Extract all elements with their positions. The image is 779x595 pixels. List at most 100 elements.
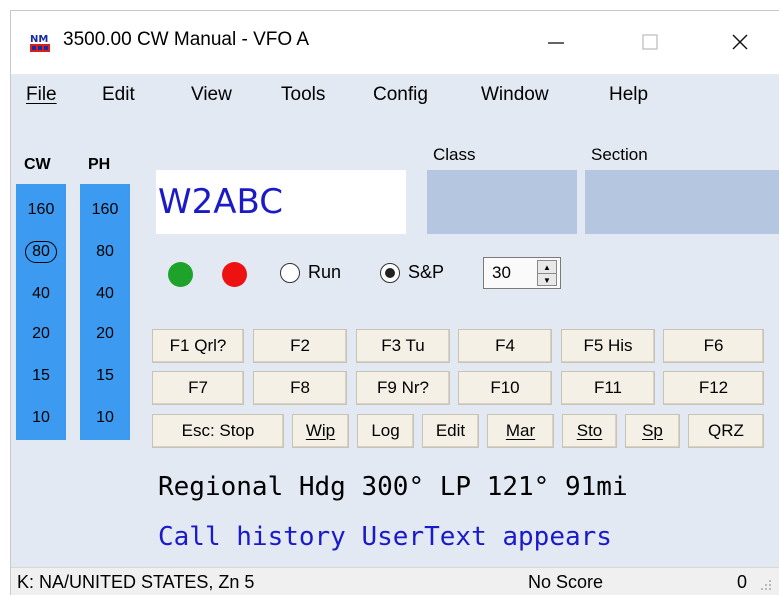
cw-band-10-label: 10 (32, 409, 50, 426)
spinner-value: 30 (492, 263, 511, 282)
heading-info-line: Regional Hdg 300° LP 121° 91mi (158, 472, 628, 502)
section-label: Section (591, 145, 648, 164)
spot-button-label: Sp (642, 421, 663, 440)
logger-window: NM 3500.00 CW Manual - VFO A File Edit V… (10, 10, 779, 595)
spin-up-icon[interactable]: ▲ (538, 261, 556, 273)
cw-band-header: CW (24, 156, 51, 173)
n1mm-logo-icon: NM (29, 31, 51, 53)
mark-button-label: Mar (505, 421, 536, 440)
menu-tools[interactable]: Tools (281, 84, 325, 106)
f9-button[interactable]: F9 Nr? (356, 371, 450, 405)
status-score: No Score (528, 572, 604, 592)
svg-text:NM: NM (30, 34, 48, 45)
menu-window[interactable]: Window (481, 84, 549, 106)
cw-band-20-label: 20 (32, 325, 50, 342)
menu-window-label: Window (481, 84, 549, 105)
spinner-buttons: ▲ ▼ (537, 260, 557, 286)
sp-radio-label: S&P (408, 262, 445, 282)
cw-band-80-label: 80 (25, 241, 57, 263)
minimize-button[interactable] (539, 25, 573, 59)
cw-band-15[interactable]: 15 (16, 356, 66, 396)
cw-band-column: 160 80 40 20 15 10 (16, 184, 66, 440)
call-history-line: Call history UserText appears (158, 522, 612, 552)
f5-button[interactable]: F5 His (561, 329, 655, 363)
wipe-button[interactable]: Wip (292, 414, 349, 448)
ph-band-160-label: 160 (91, 201, 119, 218)
spin-down-icon[interactable]: ▼ (538, 273, 556, 286)
callsign-input[interactable]: W2ABC (156, 170, 406, 234)
f8-button[interactable]: F8 (253, 371, 347, 405)
ph-band-40[interactable]: 40 (80, 274, 130, 314)
mark-button[interactable]: Mar (487, 414, 554, 448)
f3-button[interactable]: F3 Tu (356, 329, 450, 363)
f10-button[interactable]: F10 (458, 371, 552, 405)
f4-button[interactable]: F4 (458, 329, 552, 363)
ph-band-80[interactable]: 80 (80, 232, 130, 272)
ph-band-160[interactable]: 160 (80, 190, 130, 230)
cw-band-80[interactable]: 80 (16, 232, 66, 272)
store-button-label: Sto (576, 421, 603, 440)
sp-radio-dot (385, 267, 395, 278)
ph-band-20[interactable]: 20 (80, 314, 130, 354)
cw-band-20[interactable]: 20 (16, 314, 66, 354)
cw-band-10[interactable]: 10 (16, 398, 66, 438)
store-button[interactable]: Sto (562, 414, 617, 448)
class-input[interactable] (427, 170, 577, 234)
rate-spinner[interactable]: 30 ▲ ▼ (483, 257, 561, 289)
ph-band-40-label: 40 (96, 285, 114, 302)
ph-band-header: PH (88, 156, 111, 173)
f11-button[interactable]: F11 (561, 371, 655, 405)
menu-bar: File Edit View Tools Config Window Help (11, 74, 779, 114)
maximize-icon (642, 34, 658, 50)
menu-edit-label: Edit (102, 84, 135, 105)
f6-button[interactable]: F6 (663, 329, 764, 363)
menu-file-label: File (26, 84, 57, 105)
green-status-led (168, 262, 193, 287)
ph-band-10-label: 10 (96, 409, 114, 426)
cw-band-40[interactable]: 40 (16, 274, 66, 314)
ph-band-15[interactable]: 15 (80, 356, 130, 396)
run-radio-circle (280, 262, 300, 283)
class-label: Class (433, 145, 476, 164)
resize-grip-icon[interactable] (757, 576, 773, 592)
cw-band-160[interactable]: 160 (16, 190, 66, 230)
status-bar: K: NA/UNITED STATES, Zn 5 No Score 0 (11, 567, 779, 595)
menu-config-label: Config (373, 84, 428, 105)
window-title: 3500.00 CW Manual - VFO A (63, 29, 310, 50)
ph-band-80-label: 80 (96, 243, 114, 260)
menu-view[interactable]: View (191, 84, 232, 106)
f2-button[interactable]: F2 (253, 329, 347, 363)
menu-config[interactable]: Config (373, 84, 428, 106)
menu-tools-label: Tools (281, 84, 326, 105)
close-icon (732, 34, 748, 50)
cw-band-15-label: 15 (32, 367, 50, 384)
menu-view-label: View (191, 84, 232, 105)
f7-button[interactable]: F7 (152, 371, 244, 405)
menu-edit[interactable]: Edit (102, 84, 135, 106)
log-button[interactable]: Log (357, 414, 414, 448)
section-input[interactable] (585, 170, 779, 234)
f1-button[interactable]: F1 Qrl? (152, 329, 244, 363)
maximize-button[interactable] (633, 25, 667, 59)
ph-band-15-label: 15 (96, 367, 114, 384)
sp-radio[interactable]: S&P (380, 262, 444, 283)
status-country: K: NA/UNITED STATES, Zn 5 (17, 572, 255, 592)
cw-band-160-label: 160 (27, 201, 55, 218)
edit-button[interactable]: Edit (422, 414, 479, 448)
ph-band-column: 160 80 40 20 15 10 (80, 184, 130, 440)
red-status-led (222, 262, 247, 287)
esc-stop-button[interactable]: Esc: Stop (152, 414, 284, 448)
qrz-button[interactable]: QRZ (688, 414, 764, 448)
spot-button[interactable]: Sp (625, 414, 680, 448)
title-bar[interactable]: NM 3500.00 CW Manual - VFO A (11, 11, 779, 74)
cw-band-40-label: 40 (32, 285, 50, 302)
menu-help[interactable]: Help (609, 84, 648, 106)
minimize-icon (548, 42, 564, 44)
status-count: 0 (737, 572, 748, 592)
sp-radio-circle (380, 262, 400, 283)
f12-button[interactable]: F12 (663, 371, 764, 405)
close-button[interactable] (723, 25, 757, 59)
ph-band-10[interactable]: 10 (80, 398, 130, 438)
menu-file[interactable]: File (26, 84, 57, 106)
run-radio[interactable]: Run (280, 262, 341, 283)
